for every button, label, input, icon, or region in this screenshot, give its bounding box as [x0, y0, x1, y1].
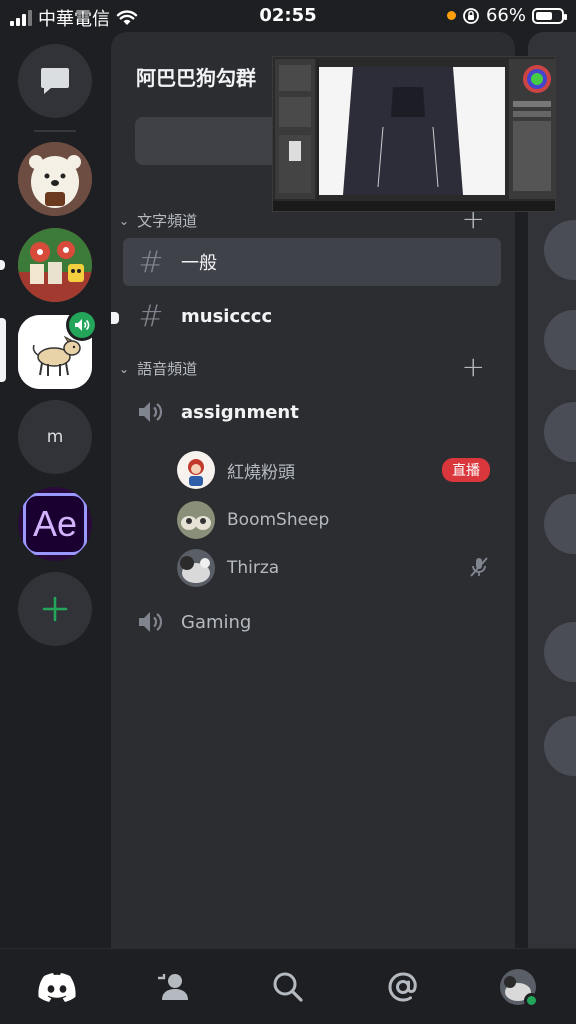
nav-search[interactable] — [268, 967, 308, 1007]
battery-icon — [532, 7, 567, 24]
discord-home-icon — [38, 973, 76, 1002]
channel-name: 一般 — [181, 253, 217, 274]
message-avatar — [544, 622, 576, 682]
nav-home[interactable] — [37, 967, 77, 1007]
voice-user-3[interactable]: Thirza — [177, 548, 279, 588]
message-avatar — [544, 494, 576, 554]
status-right: 66% — [446, 5, 567, 26]
message-avatar — [544, 220, 576, 280]
search-icon — [273, 972, 303, 1002]
category-voice-channels[interactable]: ⌄ 語音頻道 — [119, 358, 197, 379]
speaker-icon — [139, 402, 163, 422]
nav-friends[interactable] — [153, 967, 193, 1007]
voice-channel-gaming[interactable]: Gaming — [123, 598, 501, 646]
hash-icon: # — [138, 244, 164, 280]
category-label: 文字頻道 — [137, 212, 198, 230]
chevron-down-icon: ⌄ — [119, 213, 130, 228]
server-rail: m Ae — [0, 32, 110, 948]
user-name: BoomSheep — [227, 510, 330, 530]
category-text-channels[interactable]: ⌄ 文字頻道 — [119, 210, 197, 231]
unread-indicator — [111, 312, 119, 324]
server-m-label: m — [46, 427, 64, 447]
orientation-lock-icon — [463, 7, 479, 24]
user-avatar — [177, 451, 215, 489]
selected-server-pill — [0, 318, 6, 382]
friends-icon — [158, 974, 188, 1000]
stream-video-frame — [273, 57, 555, 211]
server-ae[interactable]: Ae — [18, 487, 92, 561]
channel-name: Gaming — [181, 611, 252, 633]
guild-title[interactable]: 阿巴巴狗勾群 — [136, 62, 256, 91]
plus-icon — [42, 596, 68, 622]
ae-logo: Ae — [23, 493, 87, 555]
category-label: 語音頻道 — [137, 360, 198, 378]
voice-user-2[interactable]: BoomSheep — [177, 500, 329, 540]
server-unread-pill — [0, 260, 5, 270]
cartoon-avatar — [18, 228, 92, 302]
nav-profile[interactable] — [498, 967, 539, 1008]
channel-name: assignment — [181, 401, 299, 423]
channel-musicccc[interactable]: # musicccc — [123, 292, 501, 340]
speaker-icon — [75, 319, 90, 331]
server-m[interactable]: m — [18, 400, 92, 474]
chat-bubble-icon — [41, 68, 69, 94]
voice-active-badge — [66, 309, 98, 341]
channel-general[interactable]: # 一般 — [123, 238, 501, 286]
server-cartoon[interactable] — [18, 228, 92, 302]
user-avatar — [177, 549, 215, 587]
server-bear[interactable] — [18, 142, 92, 216]
profile-avatar — [500, 969, 539, 1008]
nav-mentions[interactable] — [383, 967, 423, 1007]
bear-avatar — [18, 142, 92, 216]
user-name: 紅燒粉頭 — [227, 462, 295, 483]
bottom-navigation — [0, 948, 576, 1024]
mic-muted-icon — [469, 556, 489, 582]
mic-in-use-indicator — [446, 11, 456, 20]
user-avatar — [177, 501, 215, 539]
chevron-down-icon: ⌄ — [119, 361, 130, 376]
online-status-dot — [524, 993, 539, 1008]
rail-separator — [34, 130, 76, 132]
user-name: Thirza — [227, 558, 280, 578]
stream-preview[interactable] — [272, 56, 556, 212]
status-bar: 中華電信 02:55 66% — [0, 0, 576, 32]
speaker-icon — [139, 612, 163, 632]
direct-messages-button[interactable] — [18, 44, 92, 118]
voice-channel-assignment[interactable]: assignment — [123, 388, 501, 436]
message-avatar — [544, 402, 576, 462]
live-badge: 直播 — [442, 458, 490, 482]
channel-name: musicccc — [181, 305, 273, 327]
server-dog[interactable] — [18, 309, 98, 389]
battery-percent: 66% — [485, 5, 526, 26]
add-server-button[interactable] — [18, 572, 92, 646]
add-voice-channel-button[interactable]: + — [462, 350, 485, 383]
hash-icon: # — [138, 298, 164, 334]
message-avatar — [544, 310, 576, 370]
voice-user-1[interactable]: 紅燒粉頭 — [177, 450, 295, 490]
message-avatar — [544, 716, 576, 776]
mentions-icon — [388, 972, 417, 1002]
